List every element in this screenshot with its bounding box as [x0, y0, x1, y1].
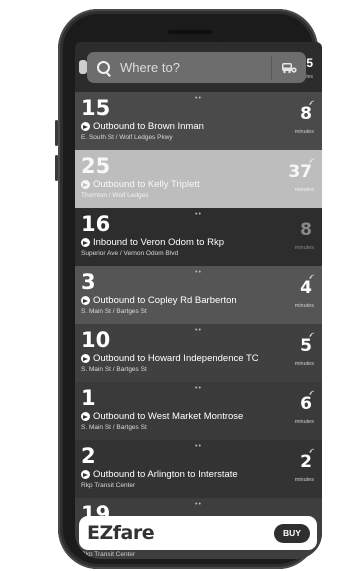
minutes-label: minutes: [294, 187, 314, 193]
drag-handle: ••: [195, 153, 202, 160]
minutes-label: minutes: [294, 303, 314, 309]
arrow-right-icon: [81, 122, 90, 131]
arrival-row[interactable]: •• 1 Outbound to West Market Montrose S.…: [75, 382, 322, 440]
stop-name: S. Main St / Bartges St: [81, 366, 147, 373]
arrow-right-icon: [81, 412, 90, 421]
drag-handle: ••: [195, 385, 202, 392]
arrival-row[interactable]: •• 2 Outbound to Arlington to Interstate…: [75, 440, 322, 498]
speaker-grille: [168, 30, 212, 34]
minutes-label: minutes: [294, 129, 314, 135]
drag-handle: ••: [195, 269, 202, 276]
search-bar[interactable]: Where to?: [87, 52, 306, 83]
minutes-label: minutes: [294, 477, 314, 483]
direction-label: Outbound to Howard Independence TC: [81, 353, 259, 364]
arrow-right-icon: [81, 354, 90, 363]
minutes-label: minutes: [294, 361, 314, 367]
stop-name: Rkp Transit Center: [81, 551, 136, 558]
search-icon: [96, 60, 112, 77]
volume-button: [55, 155, 58, 181]
route-number: 10: [81, 328, 111, 352]
buy-button[interactable]: BUY: [274, 523, 310, 543]
direction-label: Outbound to Brown Inman: [81, 121, 204, 132]
route-number: 1: [81, 386, 96, 410]
arrow-right-icon: [81, 238, 90, 247]
route-number: 2: [81, 444, 96, 468]
arrow-right-icon: [81, 470, 90, 479]
route-number: 16: [81, 212, 111, 236]
drag-handle: ••: [195, 443, 202, 450]
route-number: 3: [81, 270, 96, 294]
direction-label: Outbound to Kelly Triplett: [81, 179, 200, 190]
minutes-value: 5: [300, 336, 312, 356]
drag-handle: ••: [195, 327, 202, 334]
arrival-row[interactable]: •• 10 Outbound to Howard Independence TC…: [75, 324, 322, 382]
ezfare-logo: EZfare: [87, 522, 155, 544]
minutes-value: 8: [300, 220, 312, 240]
menu-tab[interactable]: [79, 60, 87, 74]
divider: [271, 55, 272, 80]
route-number: 15: [81, 96, 111, 120]
minutes-value: 8: [300, 104, 312, 124]
arrival-row[interactable]: •• 15 Outbound to Brown Inman E. South S…: [75, 92, 322, 150]
ezfare-bar[interactable]: EZfare BUY: [79, 516, 317, 550]
stop-name: Superior Ave / Vernon Odom Blvd: [81, 250, 179, 257]
arrival-row[interactable]: •• 3 Outbound to Copley Rd Barberton S. …: [75, 266, 322, 324]
arrow-right-icon: [81, 296, 90, 305]
minutes-label: minutes: [294, 419, 314, 425]
search-input[interactable]: Where to?: [120, 60, 271, 75]
arrow-right-icon: [81, 180, 90, 189]
minutes-value: 4: [300, 278, 312, 298]
minutes-value: 5: [306, 56, 313, 70]
stop-name: Rkp Transit Center: [81, 482, 136, 489]
drag-handle: ••: [195, 211, 202, 218]
stop-name: E. South St / Wolf Ledges Pkwy: [81, 134, 173, 141]
route-number: 25: [81, 154, 111, 178]
arrival-row[interactable]: •• 16 Inbound to Veron Odom to Rkp Super…: [75, 208, 322, 266]
direction-label: Outbound to Arlington to Interstate: [81, 469, 238, 480]
drag-handle: ••: [195, 95, 202, 102]
app-screen: 5 minutes Where to? •• 15 Outbound to Br…: [75, 42, 322, 559]
arrival-row[interactable]: •• 25 Outbound to Kelly Triplett Thornto…: [75, 150, 322, 208]
drag-handle: ••: [195, 501, 202, 508]
volume-button: [55, 120, 58, 146]
direction-label: Outbound to Copley Rd Barberton: [81, 295, 237, 306]
stop-name: Thornton / Wolf Ledges: [81, 192, 149, 199]
direction-label: Outbound to West Market Montrose: [81, 411, 243, 422]
stop-name: S. Main St / Bartges St: [81, 308, 147, 315]
minutes-value: 37: [288, 162, 312, 182]
bus-settings-icon[interactable]: [281, 62, 297, 74]
direction-label: Inbound to Veron Odom to Rkp: [81, 237, 224, 248]
stop-name: S. Main St / Bartges St: [81, 424, 147, 431]
minutes-value: 6: [300, 394, 312, 414]
minutes-label: minutes: [294, 245, 314, 251]
minutes-value: 2: [300, 452, 312, 472]
